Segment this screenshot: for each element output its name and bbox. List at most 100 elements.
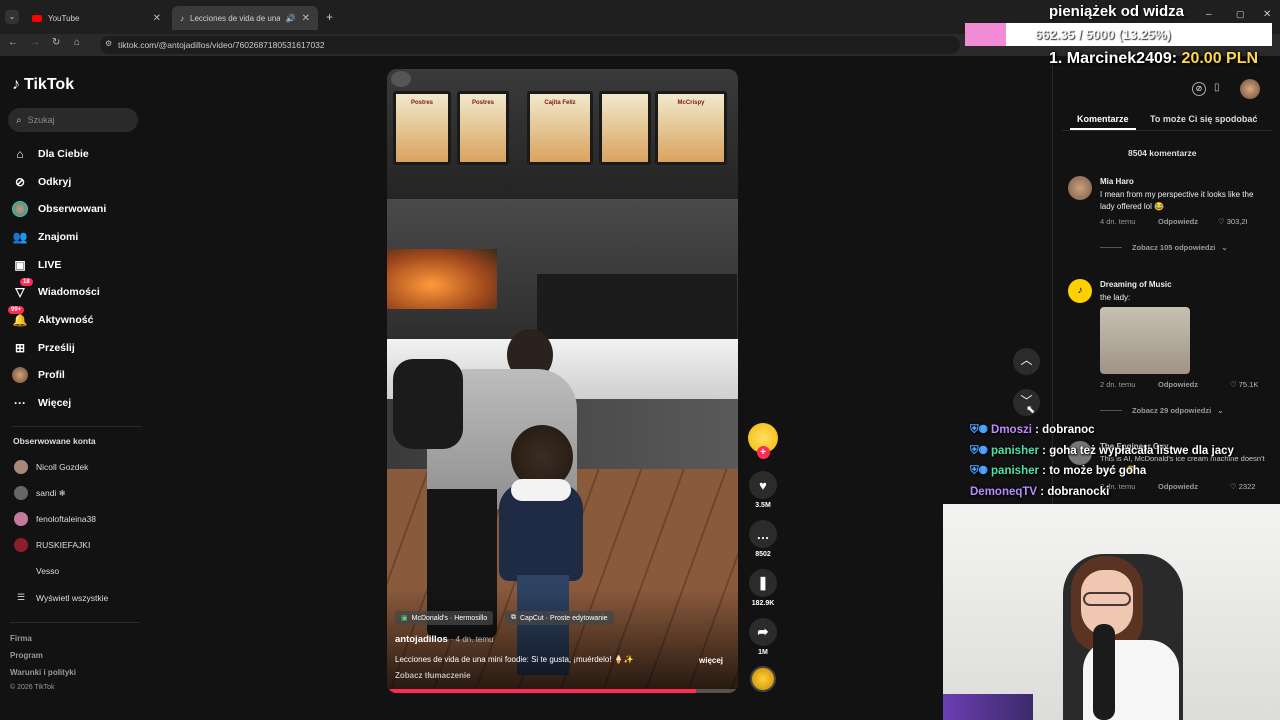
menu-board bbox=[599, 91, 651, 165]
chat-message: DemoneqTV : dobranocki bbox=[970, 486, 1109, 498]
copyright: © 2026 TikTok bbox=[10, 684, 55, 691]
translate-link[interactable]: Zobacz tłumaczenie bbox=[395, 671, 471, 680]
comment-like-button[interactable]: ♡ 303,2I bbox=[1218, 217, 1248, 226]
comment-like-button[interactable]: ♡ 2322 bbox=[1230, 482, 1255, 491]
site-info-icon[interactable]: ⚙ bbox=[105, 39, 112, 48]
tab-tiktok[interactable]: ♪ Lecciones de vida de una mi 🔊 ✕ bbox=[172, 6, 318, 30]
music-disc[interactable] bbox=[748, 666, 778, 692]
search-input[interactable]: ⌕ Szukaj bbox=[8, 108, 138, 132]
tab-youtube[interactable]: YouTube ✕ bbox=[24, 6, 169, 30]
followed-account[interactable]: Vesso bbox=[14, 564, 59, 578]
speaker-icon[interactable]: 🔊 bbox=[286, 14, 296, 23]
tab-label: Lecciones de vida de una mi bbox=[190, 13, 280, 23]
sidebar-item-label: Prześlij bbox=[38, 342, 75, 354]
progress-fill bbox=[387, 689, 696, 693]
reply-button[interactable]: Odpowiedz bbox=[1158, 380, 1198, 389]
menu-board: Postres bbox=[393, 91, 451, 165]
sidebar-item-friends[interactable]: 👥 Znajomi bbox=[12, 229, 79, 245]
heart-icon: ♡ bbox=[1230, 380, 1237, 389]
reload-icon[interactable]: ↻ bbox=[52, 37, 60, 48]
show-all-link[interactable]: ☰ Wyświetl wszystkie bbox=[14, 592, 108, 603]
share-button[interactable]: ➦ 1M bbox=[748, 618, 778, 656]
kitchen-equipment bbox=[537, 274, 737, 344]
footer-link[interactable]: Program bbox=[10, 651, 43, 660]
avatar[interactable] bbox=[1068, 176, 1092, 200]
share-count: 1M bbox=[758, 649, 768, 656]
comment-author[interactable]: Mia Haro bbox=[1100, 177, 1134, 186]
show-all-label: Wyświetl wszystkie bbox=[36, 592, 109, 603]
sidebar-item-activity[interactable]: 🔔 99+ Aktywność bbox=[8, 306, 93, 328]
divider bbox=[1100, 410, 1122, 411]
close-icon[interactable]: ✕ bbox=[153, 13, 161, 24]
avatar[interactable]: ♪ bbox=[1068, 279, 1092, 303]
footer-link[interactable]: Firma bbox=[10, 634, 32, 643]
sidebar-item-label: Profil bbox=[38, 369, 65, 381]
progress-track[interactable] bbox=[387, 689, 738, 693]
url-text: tiktok.com/@antojadillos/video/760268718… bbox=[118, 40, 325, 50]
back-icon[interactable]: ← bbox=[8, 37, 18, 48]
comment-like-count: 303,2I bbox=[1226, 217, 1248, 226]
tiktok-logo[interactable]: ♪ TikTok bbox=[12, 76, 74, 94]
save-button[interactable]: ❚ 182.9K bbox=[748, 569, 778, 607]
chat-badges-icon: ⛨◉ bbox=[970, 445, 988, 457]
sidebar-item-label: Znajomi bbox=[38, 231, 79, 243]
tab-comments[interactable]: Komentarze bbox=[1077, 114, 1129, 124]
comment-image[interactable] bbox=[1100, 307, 1190, 374]
search-placeholder: Szukaj bbox=[27, 115, 55, 125]
view-replies-button[interactable]: Zobacz 29 odpowiedzi ⌄ bbox=[1100, 406, 1223, 415]
chat-text: : dobranocki bbox=[1037, 486, 1110, 498]
sidebar-item-upload[interactable]: ⊞ Prześlij bbox=[12, 340, 75, 356]
compass-icon[interactable]: ⊘ bbox=[1192, 82, 1206, 96]
comment-like-count: 2322 bbox=[1238, 482, 1256, 491]
capcut-tag[interactable]: ⧉ CapCut · Proste edytowanie bbox=[505, 611, 614, 625]
chevron-down-icon: ⌄ bbox=[1221, 243, 1228, 252]
followed-account[interactable]: Nicoll Gozdek bbox=[14, 460, 88, 474]
more-button[interactable]: więcej bbox=[699, 656, 723, 665]
user-avatar[interactable] bbox=[1240, 79, 1260, 99]
view-replies-button[interactable]: Zobacz 105 odpowiedzi ⌄ bbox=[1100, 243, 1228, 252]
follow-plus-icon[interactable]: + bbox=[756, 446, 770, 459]
reply-button[interactable]: Odpowiedz bbox=[1158, 482, 1198, 491]
sidebar-item-following[interactable]: Obserwowani bbox=[12, 201, 106, 217]
sidebar-item-profile[interactable]: Profil bbox=[12, 367, 65, 383]
backpack bbox=[393, 359, 463, 449]
sidebar-item-messages[interactable]: ▽ 18 Wiadomości bbox=[12, 278, 100, 300]
followed-account[interactable]: sandi ❄ bbox=[14, 486, 66, 500]
followed-account[interactable]: RUSKIEFAJKI bbox=[14, 538, 90, 552]
previous-video-button[interactable]: ︿ bbox=[1013, 348, 1040, 375]
sidebar-item-label: Więcej bbox=[38, 397, 72, 409]
sidebar-item-explore[interactable]: ⊘ Odkryj bbox=[12, 174, 71, 190]
comment-author[interactable]: Dreaming of Music bbox=[1100, 280, 1172, 289]
comment-button[interactable]: … 8502 bbox=[748, 520, 778, 558]
chevron-down-icon: ⌄ bbox=[1217, 406, 1224, 415]
comment-count: 8502 bbox=[755, 551, 771, 558]
video-author[interactable]: antojadillos bbox=[395, 634, 448, 645]
microphone bbox=[1093, 624, 1115, 720]
close-icon[interactable]: ✕ bbox=[302, 13, 310, 24]
followed-account[interactable]: fenoloftaleina38 bbox=[14, 512, 96, 526]
footer-link[interactable]: Warunki i polityki bbox=[10, 668, 76, 677]
live-icon: ▣ bbox=[14, 258, 26, 272]
fryer-glow bbox=[387, 249, 497, 309]
comment-time: 4 dn. temu bbox=[1100, 217, 1136, 226]
creator-avatar-button[interactable]: + bbox=[748, 423, 778, 459]
location-tag[interactable]: ▣ McDonald's · Hermosillo bbox=[395, 611, 494, 625]
mouse-cursor-icon: ⬉ bbox=[1026, 404, 1036, 416]
url-bar[interactable]: ⚙ tiktok.com/@antojadillos/video/7602687… bbox=[100, 36, 960, 54]
reply-button[interactable]: Odpowiedz bbox=[1158, 217, 1198, 226]
sidebar-item-for-you[interactable]: ⌂ Dla Ciebie bbox=[12, 146, 88, 162]
comment-like-button[interactable]: ♡ 75.1K bbox=[1230, 380, 1258, 389]
sidebar-item-more[interactable]: ··· Więcej bbox=[12, 395, 71, 411]
video-player[interactable]: Postres Postres Cajita Feliz McCrispy ▣ M… bbox=[387, 69, 738, 693]
tab-menu-icon[interactable]: ⌄ bbox=[5, 10, 19, 24]
avatar bbox=[14, 512, 28, 526]
account-name: fenoloftaleina38 bbox=[36, 514, 97, 524]
phone-icon[interactable]: ▯ bbox=[1214, 82, 1220, 93]
sidebar-item-live[interactable]: ▣ LIVE bbox=[12, 257, 61, 273]
tab-recommended[interactable]: To może Ci się spodobać bbox=[1150, 114, 1257, 124]
new-tab-icon[interactable]: + bbox=[326, 10, 333, 24]
top-donor-name: Marcinek2409: bbox=[1066, 50, 1178, 67]
forward-icon[interactable]: → bbox=[30, 37, 40, 48]
like-button[interactable]: ♥ 3.5M bbox=[748, 471, 778, 509]
home-icon[interactable]: ⌂ bbox=[74, 37, 80, 48]
